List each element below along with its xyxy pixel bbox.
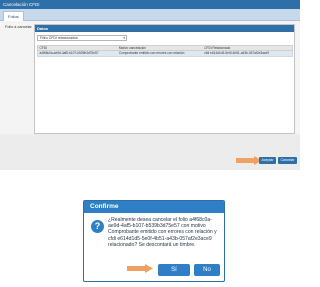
cell-relacionado: cfdi e614d1d5-5e0f-4b51-a43b-057af2e3ace… bbox=[204, 51, 270, 55]
no-button[interactable]: No bbox=[194, 264, 220, 276]
app-window: Cancelación CFDI Folios Folio a cancelar… bbox=[0, 0, 300, 170]
pointer-arrow-icon bbox=[127, 264, 153, 273]
question-icon: ? bbox=[91, 220, 104, 233]
tab-folios[interactable]: Folios bbox=[3, 11, 24, 21]
cell-motivo: Comprobante emitido con errores con rela… bbox=[118, 51, 185, 55]
data-panel: Datos Filtro CFDI relacionados ▾ CFDI Mo… bbox=[34, 24, 295, 134]
column-header-relacionado[interactable]: CFDI Relacionado bbox=[203, 46, 292, 50]
column-header-cfdi[interactable]: CFDI bbox=[38, 46, 117, 50]
yes-button[interactable]: Sí bbox=[158, 264, 190, 276]
cancel-button[interactable]: Cancelar bbox=[278, 157, 297, 164]
filter-value: Filtro CFDI relacionados bbox=[40, 36, 78, 40]
table-row[interactable]: a4f68c0a-ae9d-4af5-b107-b539b3d75e57 Com… bbox=[37, 51, 293, 57]
chevron-down-icon: ▾ bbox=[123, 36, 125, 40]
column-header-motivo[interactable]: Motivo cancelación bbox=[117, 46, 202, 50]
panel-header: Datos bbox=[35, 25, 294, 32]
dialog-message: ¿Realmente desea cancelar el folio a4f68… bbox=[108, 217, 217, 248]
cfdi-grid: CFDI Motivo cancelación CFDI Relacionado… bbox=[37, 45, 293, 57]
dialog-title: Confirme bbox=[84, 201, 224, 213]
tab-strip: Folios bbox=[0, 9, 300, 21]
cell-cfdi: a4f68c0a-ae9d-4af5-b107-b539b3d75e57 bbox=[39, 51, 99, 55]
filter-dropdown[interactable]: Filtro CFDI relacionados ▾ bbox=[37, 35, 127, 41]
accept-button[interactable]: Aceptar bbox=[259, 157, 276, 164]
folio-label: Folio a cancelar bbox=[5, 25, 32, 29]
window-title: Cancelación CFDI bbox=[0, 0, 300, 9]
